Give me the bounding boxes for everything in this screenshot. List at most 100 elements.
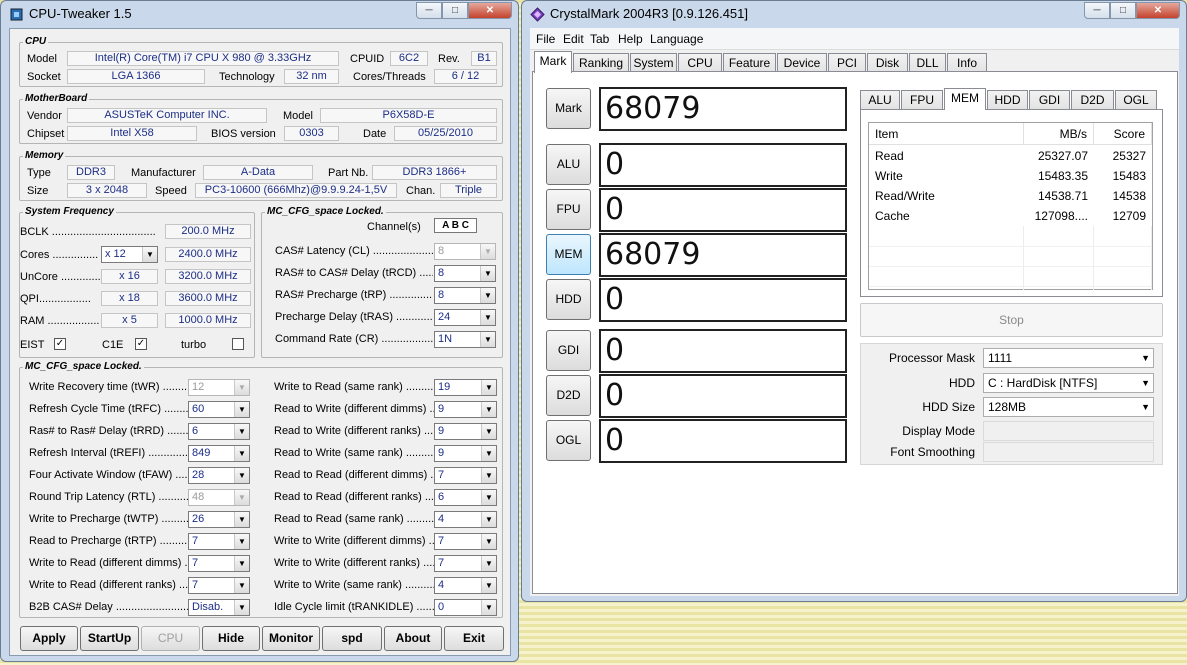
table-cell: Cache — [875, 209, 910, 223]
timing-select[interactable]: 8 ▼ — [434, 265, 496, 282]
chevron-down-icon: ▼ — [234, 468, 249, 483]
hdd-select[interactable]: C : HardDisk [NTFS] ▼ — [983, 373, 1154, 393]
timing-select[interactable]: 9 ▼ — [434, 445, 497, 462]
about-button[interactable]: About — [384, 626, 442, 651]
timing-label: Write to Read (same rank) .......... — [274, 381, 435, 393]
d2d-bench-button[interactable]: D2D — [546, 375, 591, 416]
timing-select[interactable]: 0 ▼ — [434, 599, 497, 616]
subtab-d2d[interactable]: D2D — [1071, 90, 1114, 110]
timing-select[interactable]: 6 ▼ — [188, 423, 250, 440]
timing-select[interactable]: 7 ▼ — [188, 577, 250, 594]
maximize-button[interactable]: □ — [1110, 2, 1136, 19]
tab-feature[interactable]: Feature — [723, 53, 776, 73]
timing-select[interactable]: 8 ▼ — [434, 287, 496, 304]
timing-select[interactable]: 48 ▼ — [188, 489, 250, 506]
timing-label: Refresh Interval (tREFI) .............. — [29, 447, 189, 459]
subtab-hdd[interactable]: HDD — [987, 90, 1028, 110]
timing-select-value: 26 — [192, 513, 205, 525]
alu-bench-button[interactable]: ALU — [546, 144, 591, 185]
timing-select[interactable]: 28 ▼ — [188, 467, 250, 484]
cpu-button[interactable]: CPU — [141, 626, 200, 651]
cores-multiplier-select[interactable]: x 12 ▼ — [101, 246, 158, 263]
timing-select[interactable]: 9 ▼ — [434, 423, 497, 440]
timing-select[interactable]: 60 ▼ — [188, 401, 250, 418]
mem-bench-button[interactable]: MEM — [546, 234, 591, 275]
timing-select[interactable]: 7 ▼ — [188, 533, 250, 550]
cpu-tweaker-app-icon — [10, 8, 23, 21]
timing-select[interactable]: 7 ▼ — [434, 467, 497, 484]
startup-button[interactable]: StartUp — [80, 626, 139, 651]
tab-mark[interactable]: Mark — [534, 51, 572, 73]
spd-button[interactable]: spd — [322, 626, 382, 651]
timing-select-value: 28 — [192, 469, 205, 481]
tab-device[interactable]: Device — [777, 53, 827, 73]
table-cell: 15483.35 — [1037, 169, 1088, 183]
subtab-mem[interactable]: MEM — [944, 88, 986, 110]
chevron-down-icon: ▼ — [481, 424, 496, 439]
tab-info[interactable]: Info — [947, 53, 987, 73]
apply-button[interactable]: Apply — [20, 626, 78, 651]
stop-button[interactable]: Stop — [860, 303, 1163, 337]
close-button[interactable]: ✕ — [1136, 2, 1180, 19]
timing-select[interactable]: Disab. ▼ — [188, 599, 250, 616]
tab-disk[interactable]: Disk — [867, 53, 908, 73]
gdi-bench-button[interactable]: GDI — [546, 330, 591, 371]
timing-select[interactable]: 8 ▼ — [434, 243, 496, 260]
timing-select[interactable]: 1N ▼ — [434, 331, 496, 348]
tab-system[interactable]: System — [630, 53, 677, 73]
column-header[interactable]: Item — [869, 123, 1024, 145]
menu-file[interactable]: File — [536, 32, 555, 46]
mark-bench-button[interactable]: Mark — [546, 88, 591, 129]
timing-select-value: 8 — [438, 245, 445, 257]
chevron-down-icon: ▼ — [481, 512, 496, 527]
hdd-bench-button[interactable]: HDD — [546, 279, 591, 320]
processor-mask-select[interactable]: 1111 ▼ — [983, 348, 1154, 368]
turbo-checkbox[interactable] — [232, 338, 244, 350]
fpu-bench-button[interactable]: FPU — [546, 189, 591, 230]
timing-select[interactable]: 7 ▼ — [188, 555, 250, 572]
bios-version-value: 0303 — [284, 126, 339, 141]
timing-select[interactable]: 26 ▼ — [188, 511, 250, 528]
timing-select[interactable]: 9 ▼ — [434, 401, 497, 418]
timing-select[interactable]: 4 ▼ — [434, 577, 497, 594]
cpu-tweaker-title: CPU-Tweaker 1.5 — [29, 6, 132, 21]
d2d-score: 0 — [599, 374, 847, 418]
minimize-button[interactable]: ─ — [1084, 2, 1110, 19]
menu-help[interactable]: Help — [618, 32, 643, 46]
menu-language[interactable]: Language — [650, 32, 703, 46]
column-header[interactable]: MB/s — [1024, 123, 1094, 145]
tab-pci[interactable]: PCI — [828, 53, 866, 73]
hdd-size-label: HDD Size — [922, 400, 975, 414]
column-header[interactable]: Score — [1094, 123, 1152, 145]
subtab-alu[interactable]: ALU — [860, 90, 900, 110]
subtab-gdi[interactable]: GDI — [1029, 90, 1070, 110]
minimize-button[interactable]: ─ — [416, 2, 442, 19]
timing-select[interactable]: 12 ▼ — [188, 379, 250, 396]
c1e-checkbox[interactable]: ✓ — [135, 338, 147, 350]
timing-select[interactable]: 6 ▼ — [434, 489, 497, 506]
hide-button[interactable]: Hide — [202, 626, 260, 651]
monitor-button[interactable]: Monitor — [262, 626, 320, 651]
timing-select-value: Disab. — [192, 601, 224, 613]
close-button[interactable]: ✕ — [468, 2, 512, 19]
timing-select[interactable]: 19 ▼ — [434, 379, 497, 396]
ogl-bench-button[interactable]: OGL — [546, 420, 591, 461]
hdd-size-select[interactable]: 128MB ▼ — [983, 397, 1154, 417]
maximize-button[interactable]: □ — [442, 2, 468, 19]
timing-select[interactable]: 849 ▼ — [188, 445, 250, 462]
exit-button[interactable]: Exit — [444, 626, 504, 651]
tab-cpu[interactable]: CPU — [678, 53, 722, 73]
timing-select[interactable]: 7 ▼ — [434, 533, 497, 550]
timing-select[interactable]: 4 ▼ — [434, 511, 497, 528]
timing-select[interactable]: 7 ▼ — [434, 555, 497, 572]
tab-ranking[interactable]: Ranking — [573, 53, 629, 73]
tab-dll[interactable]: DLL — [909, 53, 946, 73]
timing-select[interactable]: 24 ▼ — [434, 309, 496, 326]
hdd-value: C : HardDisk [NTFS] — [988, 376, 1098, 390]
subtab-fpu[interactable]: FPU — [901, 90, 943, 110]
eist-checkbox[interactable]: ✓ — [54, 338, 66, 350]
fpu-score: 0 — [599, 188, 847, 232]
menu-tab[interactable]: Tab — [590, 32, 609, 46]
subtab-ogl[interactable]: OGL — [1115, 90, 1157, 110]
menu-edit[interactable]: Edit — [563, 32, 584, 46]
